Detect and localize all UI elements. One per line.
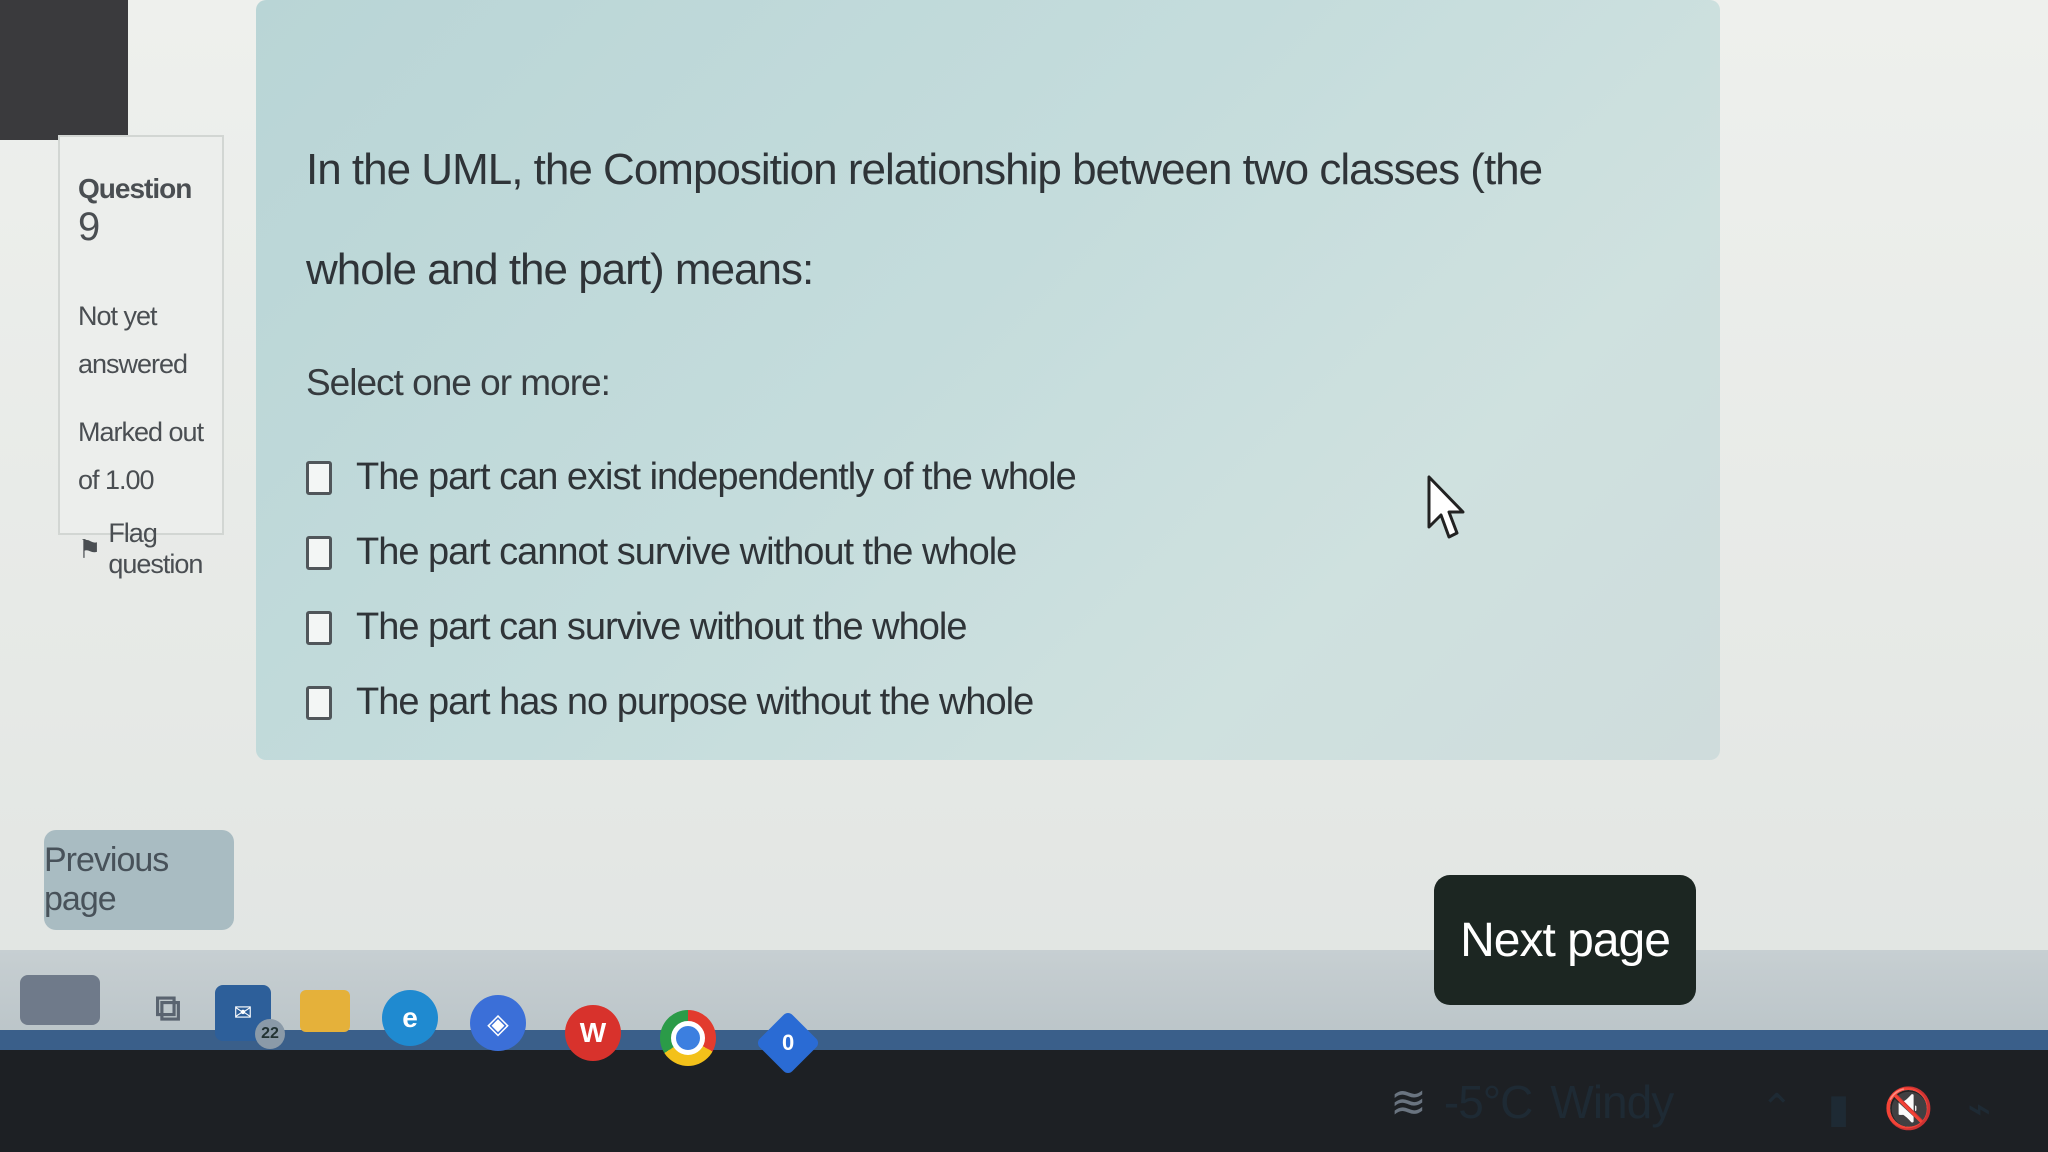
weather-condition: Windy [1550, 1076, 1674, 1128]
question-panel: In the UML, the Composition relationship… [256, 0, 1720, 760]
answer-checkbox[interactable] [306, 685, 332, 720]
wps-office-icon[interactable]: W [565, 1005, 621, 1061]
question-marks: Marked out of 1.00 [78, 417, 204, 495]
system-tray: ⌃ ▮ 🔇 ⌁ [1760, 1085, 1991, 1132]
flag-icon: ⚑ [78, 533, 101, 564]
answer-option[interactable]: The part has no purpose without the whol… [306, 665, 1720, 740]
task-view-icon[interactable]: ⧉ [140, 980, 196, 1036]
battery-icon[interactable]: ▮ [1828, 1086, 1850, 1132]
question-label-text: Question [78, 173, 192, 204]
edge-icon[interactable]: e [382, 990, 438, 1046]
question-info-box: Question 9 Not yet answered Marked out o… [58, 135, 224, 579]
file-explorer-icon[interactable] [300, 990, 350, 1032]
mouse-cursor-icon [1427, 475, 1465, 539]
chevron-up-icon[interactable]: ⌃ [1760, 1086, 1794, 1132]
answer-checkbox[interactable] [306, 610, 332, 645]
answer-instruction: Select one or more: [306, 362, 611, 403]
question-text: In the UML, the Composition relationship… [306, 145, 1543, 294]
answer-checkbox[interactable] [306, 460, 332, 495]
next-page-button[interactable]: Next page [1434, 875, 1696, 1005]
answer-option-label: The part can survive without the whole [356, 606, 967, 648]
answer-option-label: The part has no purpose without the whol… [356, 681, 1034, 723]
previous-page-button[interactable]: Previous page [44, 830, 234, 930]
chrome-icon[interactable] [660, 1010, 716, 1066]
mail-badge: 22 [255, 1019, 285, 1049]
answer-checkbox[interactable] [306, 535, 332, 570]
question-status: Not yet answered [78, 301, 188, 379]
answer-option-label: The part cannot survive without the whol… [356, 531, 1017, 573]
answer-options: The part can exist independently of the … [306, 440, 1720, 740]
mail-icon[interactable]: ✉ 22 [215, 985, 285, 1049]
chrome-center [671, 1021, 705, 1055]
question-number: 9 [78, 205, 100, 249]
copilot-icon[interactable]: ◈ [470, 995, 526, 1051]
screen: Question 9 Not yet answered Marked out o… [0, 0, 2048, 1152]
weather-temperature: -5°C [1443, 1076, 1534, 1128]
answer-option-label: The part can exist independently of the … [356, 456, 1077, 498]
answer-option[interactable]: The part can survive without the whole [306, 590, 1720, 665]
taskbar-tray-area [0, 1050, 2048, 1152]
answer-option[interactable]: The part cannot survive without the whol… [306, 515, 1720, 590]
volume-muted-icon[interactable]: 🔇 [1884, 1085, 1934, 1132]
wind-icon: ≋ [1390, 1077, 1427, 1127]
diamond-glyph: 0 [781, 1030, 795, 1055]
start-icon[interactable] [20, 975, 100, 1025]
window-edge [0, 0, 128, 140]
weather-widget[interactable]: ≋ -5°C Windy [1390, 1075, 1674, 1129]
network-icon[interactable]: ⌁ [1967, 1086, 1991, 1132]
question-number-label: Question 9 [78, 173, 208, 250]
flag-question-label: Flag question [108, 518, 203, 579]
flag-question-link[interactable]: ⚑ Flag question [78, 518, 208, 580]
answer-option[interactable]: The part can exist independently of the … [306, 440, 1720, 515]
